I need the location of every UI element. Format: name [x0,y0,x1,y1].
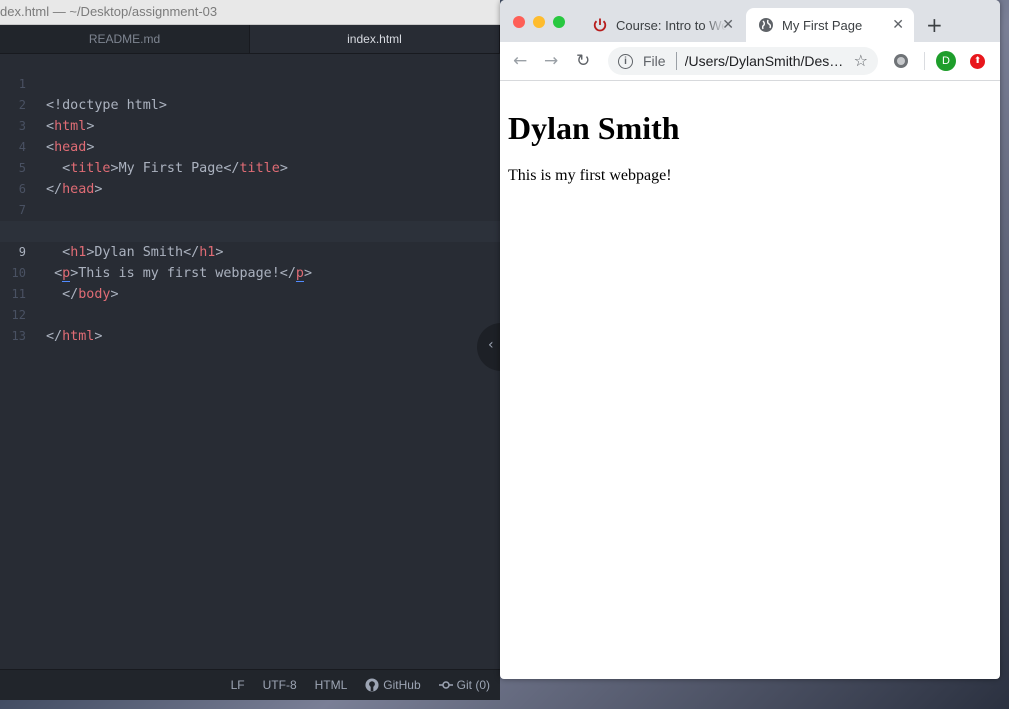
encoding-indicator[interactable]: UTF-8 [263,678,297,692]
browser-window: Course: Intro to Web ✕ My First Page ✕ +… [500,0,1000,679]
browser-toolbar: ← → ↻ i File /Users/DylanSmith/Desktop/a… [500,42,1000,81]
close-icon[interactable]: ✕ [722,17,734,33]
code-line[interactable]: 13 [0,305,500,343]
tab-index-html[interactable]: index.html [250,25,500,53]
extension-circle-icon[interactable] [894,54,908,68]
divider [675,52,677,70]
back-arrow-icon[interactable]: ← [513,51,527,71]
code-line[interactable]: 3 <head> [0,95,500,155]
new-tab-button[interactable]: + [926,13,943,37]
code-line-current[interactable]: 9 <p>This is my first webpage!</p> [0,221,500,282]
code-line[interactable]: 11 [0,263,500,301]
url-text[interactable]: /Users/DylanSmith/Desktop/assignment-03/… [685,53,845,69]
code-line[interactable]: 5 </head> [0,137,500,197]
forward-arrow-icon[interactable]: → [544,51,558,71]
code-line[interactable]: 12 </html> [0,284,500,344]
profile-avatar[interactable]: D [936,51,956,71]
page-content: Dylan Smith This is my first webpage! [500,81,1000,209]
editor-window-title: dex.html — ~/Desktop/assignment-03 [0,4,218,19]
code-editor[interactable]: 1 <!doctype html> 2 <html> 3 <head> 4 <t… [0,53,500,670]
page-heading: Dylan Smith [508,110,680,146]
window-close-button[interactable] [513,16,525,28]
git-commit-icon [438,681,453,689]
info-icon[interactable]: i [618,53,633,69]
address-bar[interactable]: i File /Users/DylanSmith/Desktop/assignm… [608,47,878,75]
github-button[interactable]: GitHub [365,678,421,692]
github-label: GitHub [383,678,421,692]
code-line[interactable]: 6 [0,158,500,196]
tab-title: Course: Intro to Web [616,17,726,33]
editor-tab-bar: README.md index.html [0,25,500,54]
status-bar: LF UTF-8 HTML GitHub Git (0) [0,669,500,700]
globe-icon [759,18,773,32]
html-close-tag: html [62,329,95,344]
browser-tab-course[interactable]: Course: Intro to Web ✕ [580,8,744,42]
code-line[interactable]: 8 <h1>Dylan Smith</h1> [0,200,500,260]
grammar-indicator[interactable]: HTML [315,678,348,692]
browser-tab-strip: Course: Intro to Web ✕ My First Page ✕ + [500,0,1000,42]
git-button[interactable]: Git (0) [438,678,490,692]
code-line[interactable]: 1 <!doctype html> [0,53,500,113]
star-bookmark-icon[interactable]: ☆ [854,51,868,70]
code-line[interactable]: 10 </body> [0,242,500,302]
line-ending-indicator[interactable]: LF [231,678,245,692]
editor-window: dex.html — ~/Desktop/assignment-03 READM… [0,0,500,700]
line-number: 13 [11,329,26,343]
reload-icon[interactable]: ↻ [576,51,590,71]
upload-extension-icon[interactable]: ⬆ [970,54,985,69]
tab-title: My First Page [782,17,863,33]
git-label: Git (0) [456,678,490,692]
divider [924,52,925,70]
chevron-left-icon: ‹ [488,337,494,353]
code-line[interactable]: 7 <body> [0,179,500,239]
page-paragraph: This is my first webpage! [508,167,672,184]
tab-readme[interactable]: README.md [0,25,250,53]
window-minimize-button[interactable] [533,16,545,28]
close-icon[interactable]: ✕ [892,17,904,33]
code-line[interactable]: 2 <html> [0,74,500,134]
browser-tab-my-first-page[interactable]: My First Page ✕ [746,8,914,42]
window-zoom-button[interactable] [553,16,565,28]
power-icon [593,18,607,32]
github-icon [365,678,379,692]
editor-title-bar: dex.html — ~/Desktop/assignment-03 [0,0,500,25]
code-line[interactable]: 4 <title>My First Page</title> [0,116,500,176]
scheme-label: File [643,53,666,69]
